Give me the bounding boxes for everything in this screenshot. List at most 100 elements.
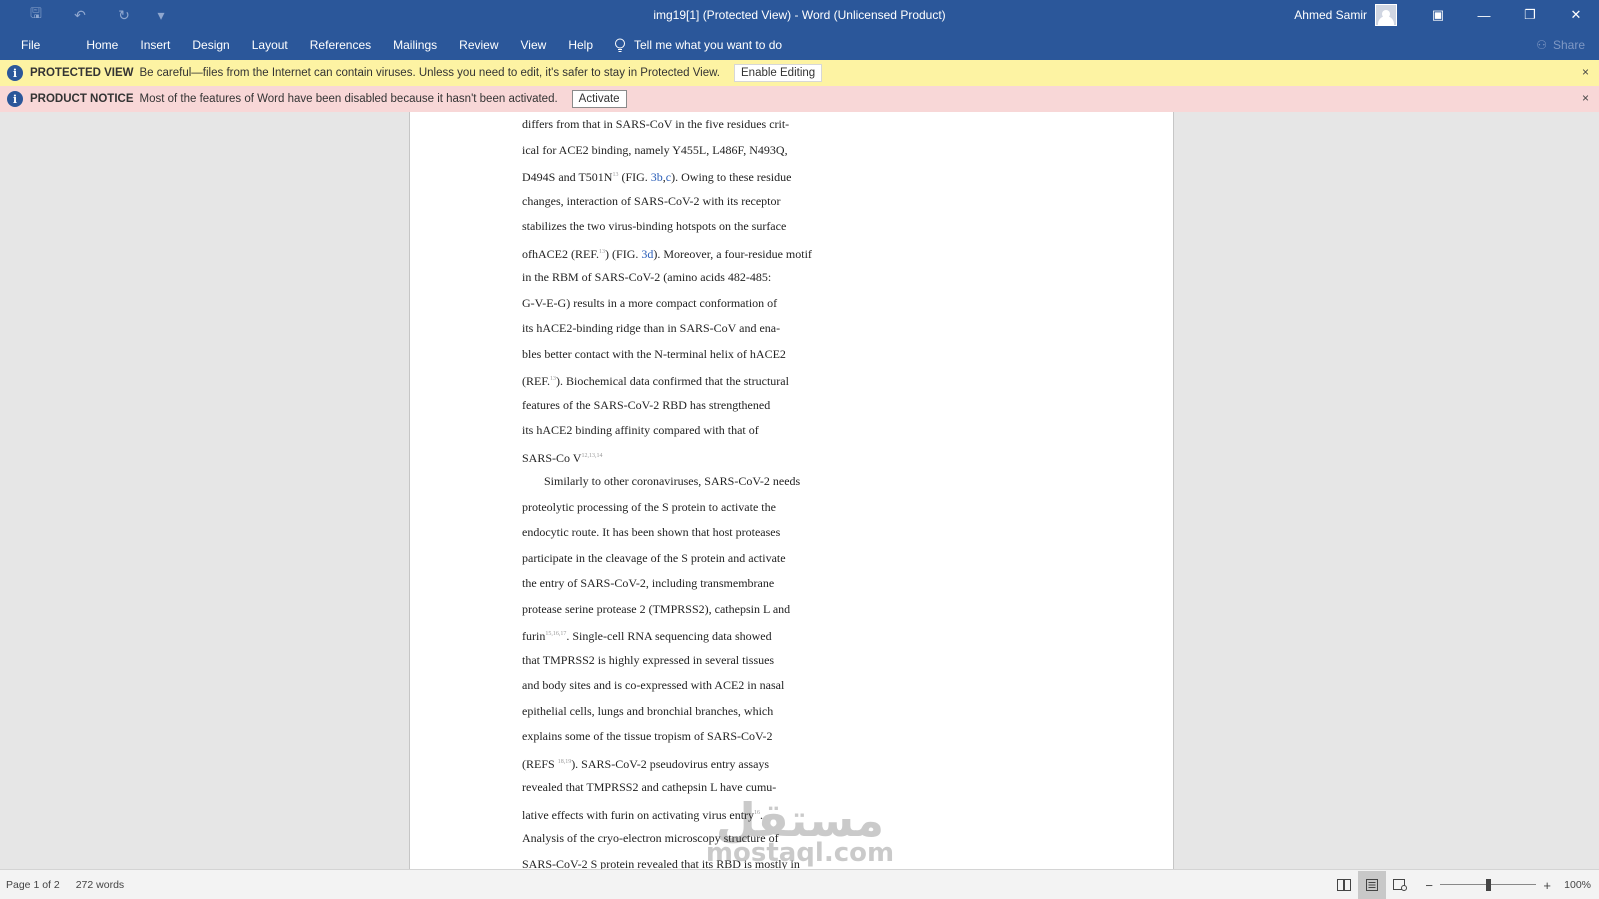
tab-design[interactable]: Design (181, 30, 240, 60)
share-label: Share (1552, 38, 1585, 52)
page-count[interactable]: Page 1 of 2 (6, 879, 60, 891)
text-line: (REFS 18,19). SARS-CoV-2 pseudovirus ent… (522, 750, 862, 776)
citation-superscript: 12,13,14 (581, 452, 603, 459)
watermark-latin: mostaql.com (705, 838, 895, 868)
web-layout-icon (1393, 879, 1408, 891)
text-line: ofhACE2 (REF.13) (FIG. 3d). Moreover, a … (522, 240, 862, 266)
text-line: bles better contact with the N-terminal … (522, 342, 862, 368)
text-line: protease serine protease 2 (TMPRSS2), ca… (522, 597, 862, 623)
ribbon: File Home Insert Design Layout References Mail… (0, 30, 1599, 60)
print-layout-button[interactable] (1358, 871, 1387, 899)
close-icon[interactable]: × (1582, 65, 1589, 79)
text-line: D494S and T501N13 (FIG. 3b,c). Owing to … (522, 163, 862, 189)
activate-button[interactable]: Activate (571, 90, 627, 108)
person-icon: ⚇ (1536, 38, 1547, 52)
status-left: Page 1 of 2 272 words (6, 879, 124, 891)
text-segment: bles better contact with the N-terminal … (522, 346, 786, 361)
title-bar: 🖫 ↶ ↻ ▾ img19[1] (Protected View) - Word (U… (0, 0, 1599, 30)
protected-view-message: Be careful—files from the Internet can c… (139, 67, 720, 79)
redo-icon[interactable]: ↻ (102, 0, 146, 30)
quick-access-toolbar: 🖫 ↶ ↻ ▾ (14, 0, 176, 30)
text-line: the entry of SARS-CoV-2, including trans… (522, 571, 862, 597)
text-line: epithelial cells, lungs and bronchial br… (522, 699, 862, 725)
tab-home[interactable]: Home (75, 30, 129, 60)
text-line: participate in the cleavage of the S pro… (522, 546, 862, 572)
lightbulb-icon (615, 38, 625, 52)
read-mode-button[interactable] (1330, 871, 1358, 899)
zoom-out-button[interactable]: − (1422, 878, 1436, 893)
zoom-level[interactable]: 100% (1564, 879, 1591, 891)
text-segment: differs from that in SARS-CoV in the fiv… (522, 117, 790, 131)
tab-mailings[interactable]: Mailings (382, 30, 448, 60)
text-segment: epithelial cells, lungs and bronchial br… (522, 703, 774, 718)
product-notice-bar: i PRODUCT NOTICE Most of the features of… (0, 86, 1599, 112)
text-segment: . Single-cell RNA sequencing data showed (566, 629, 772, 643)
text-line: furin15,16,17. Single-cell RNA sequencin… (522, 622, 862, 648)
text-line: and body sites and is co-expressed with … (522, 673, 862, 699)
text-segment: protease serine protease 2 (TMPRSS2), ca… (522, 601, 791, 616)
user-name[interactable]: Ahmed Samir (1294, 8, 1367, 22)
web-layout-button[interactable] (1386, 871, 1414, 899)
ribbon-display-options-icon[interactable]: ▣ (1415, 0, 1461, 30)
text-segment: ) (FIG. (605, 246, 642, 261)
avatar[interactable] (1375, 4, 1397, 26)
product-notice-message: Most of the features of Word have been d… (139, 93, 558, 105)
text-line: explains some of the tissue tropism of S… (522, 724, 862, 750)
tab-layout[interactable]: Layout (241, 30, 299, 60)
text-segment: that TMPRSS2 is highly expressed in seve… (522, 652, 775, 667)
citation-superscript: 15,16,17 (545, 631, 567, 637)
tab-help[interactable]: Help (557, 30, 604, 60)
document-area[interactable]: differs from that in SARS-CoV in the fiv… (0, 112, 1599, 869)
text-segment: (REF. (522, 374, 551, 388)
tell-me-search[interactable]: Tell me what you want to do (614, 38, 782, 53)
text-line: ical for ACE2 binding, namely Y455L, L48… (522, 138, 862, 164)
undo-icon[interactable]: ↶ (58, 0, 102, 30)
text-line: endocytic route. It has been shown that … (522, 520, 862, 546)
tab-file[interactable]: File (10, 30, 51, 60)
book-icon (1337, 879, 1352, 891)
zoom-in-button[interactable]: + (1540, 878, 1554, 893)
text-segment: changes, interaction of SARS-CoV-2 with … (522, 193, 781, 208)
zoom-slider[interactable] (1440, 877, 1537, 893)
minimize-icon[interactable]: — (1461, 0, 1507, 30)
watermark: مستقل mostaql.com (700, 795, 900, 875)
close-icon[interactable]: ✕ (1553, 0, 1599, 30)
tab-references[interactable]: References (299, 30, 382, 60)
shield-info-icon: i (7, 65, 23, 81)
text-line: G-V-E-G) results in a more compact confo… (522, 291, 862, 317)
protected-view-title: PROTECTED VIEW (30, 67, 134, 79)
save-icon[interactable]: 🖫 (14, 0, 58, 30)
text-segment: ofhACE2 (REF. (522, 246, 600, 261)
text-segment: ). SARS-CoV-2 pseudovirus entry assays (571, 756, 770, 771)
tab-insert[interactable]: Insert (129, 30, 181, 60)
zoom-thumb[interactable] (1485, 879, 1491, 891)
text-line: Similarly to other coronaviruses, SARS-C… (522, 469, 862, 495)
tab-review[interactable]: Review (448, 30, 509, 60)
figure-link[interactable]: 3b (651, 170, 663, 184)
document-text[interactable]: differs from that in SARS-CoV in the fiv… (522, 112, 862, 869)
share-button[interactable]: ⚇ Share (1536, 38, 1585, 52)
text-segment: D494S and T501N (522, 170, 613, 184)
text-segment: revealed that TMPRSS2 and cathepsin L ha… (522, 780, 777, 794)
figure-link[interactable]: 3d (641, 247, 653, 261)
text-line: SARS-Co V12,13,14 (522, 444, 862, 470)
info-icon: i (7, 91, 23, 107)
text-segment: Similarly to other coronaviruses, SARS-C… (544, 474, 801, 488)
close-icon[interactable]: × (1582, 91, 1589, 105)
tab-view[interactable]: View (510, 30, 558, 60)
customize-qat-icon[interactable]: ▾ (146, 0, 176, 30)
tell-me-label: Tell me what you want to do (634, 38, 783, 52)
protected-view-bar: i PROTECTED VIEW Be careful—files from t… (0, 60, 1599, 86)
title-bar-right: Ahmed Samir ▣ — ❐ ✕ (1294, 0, 1599, 30)
text-segment: features of the SARS-CoV-2 RBD has stren… (522, 397, 771, 412)
text-segment: its hACE2 binding affinity compared with… (522, 423, 759, 437)
document-page[interactable]: differs from that in SARS-CoV in the fiv… (409, 112, 1174, 869)
word-count[interactable]: 272 words (76, 879, 124, 891)
citation-superscript: 18,19 (557, 758, 572, 765)
enable-editing-button[interactable]: Enable Editing (734, 64, 823, 82)
restore-icon[interactable]: ❐ (1507, 0, 1553, 30)
text-segment: and body sites and is co-expressed with … (522, 678, 785, 692)
status-bar: Page 1 of 2 272 words − + 100% (0, 869, 1599, 899)
text-segment: SARS-Co V (522, 450, 582, 465)
text-segment: (REFS (522, 756, 558, 771)
